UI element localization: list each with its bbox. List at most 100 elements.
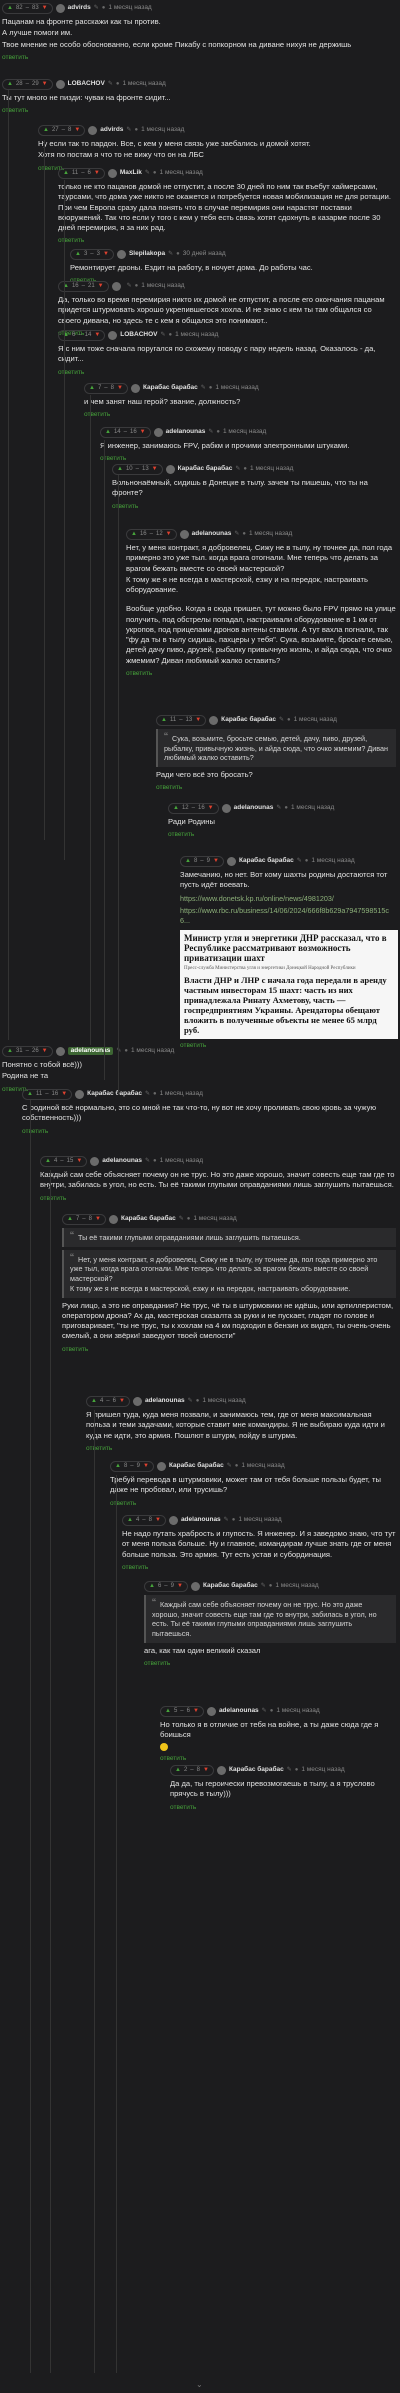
downvote-icon[interactable]: ▼ [103, 250, 109, 258]
comment-time[interactable]: 1 месяц назад [238, 1516, 281, 1525]
user-info-icon[interactable]: ✎ [208, 428, 213, 436]
comment-time[interactable]: 1 месяц назад [311, 857, 354, 866]
avatar[interactable] [88, 125, 98, 135]
upvote-icon[interactable]: ▲ [43, 126, 49, 134]
user-info-icon[interactable]: ✎ [235, 465, 240, 473]
username-link[interactable]: adelanounas [67, 1046, 114, 1056]
username-link[interactable]: Карабас барабас [239, 857, 294, 866]
user-info-icon[interactable]: ✎ [227, 1462, 232, 1470]
comment-time[interactable]: 1 месяц назад [141, 126, 184, 135]
avatar[interactable] [216, 1765, 226, 1775]
upvote-icon[interactable]: ▲ [165, 1707, 171, 1715]
username-link[interactable]: Карабас барабас [221, 716, 276, 725]
subscribe-icon[interactable]: ● [196, 1397, 200, 1405]
reply-link[interactable]: ответить [2, 54, 28, 63]
user-info-icon[interactable]: ✎ [276, 804, 281, 812]
reply-link[interactable]: ответить [122, 1564, 148, 1573]
upvote-icon[interactable]: ▲ [131, 530, 137, 538]
avatar[interactable] [179, 529, 189, 539]
user-info-icon[interactable]: ✎ [145, 1157, 150, 1165]
downvote-icon[interactable]: ▼ [61, 1090, 67, 1098]
username-link[interactable]: Карабас барабас [178, 465, 233, 474]
comment-time[interactable]: 1 месяц назад [160, 1157, 203, 1166]
comment-time[interactable]: 1 месяц назад [160, 1090, 203, 1099]
avatar[interactable] [153, 427, 163, 437]
upvote-icon[interactable]: ▲ [127, 1516, 133, 1524]
subscribe-icon[interactable]: ● [209, 384, 213, 392]
reply-link[interactable]: ответить [126, 670, 152, 679]
downvote-icon[interactable]: ▼ [117, 384, 123, 392]
downvote-icon[interactable]: ▼ [166, 530, 172, 538]
avatar[interactable] [221, 803, 231, 813]
avatar[interactable] [190, 1581, 200, 1591]
user-info-icon[interactable]: ✎ [224, 1516, 229, 1524]
reply-link[interactable]: ответить [40, 1195, 66, 1204]
comment-time[interactable]: 1 месяц назад [202, 1397, 245, 1406]
username-link[interactable]: Карабас барабас [203, 1582, 258, 1591]
avatar[interactable] [116, 249, 126, 259]
user-info-icon[interactable]: ✎ [287, 1766, 292, 1774]
user-info-icon[interactable]: ✎ [126, 126, 131, 134]
upvote-icon[interactable]: ▲ [149, 1582, 155, 1590]
username-link[interactable]: Карабас барабас [121, 1215, 176, 1224]
reply-link[interactable]: ответить [144, 1660, 170, 1669]
subscribe-icon[interactable]: ● [287, 716, 291, 724]
comment-time[interactable]: 1 месяц назад [122, 80, 165, 89]
reply-link[interactable]: ответить [58, 369, 84, 378]
downvote-icon[interactable]: ▼ [177, 1582, 183, 1590]
reply-link[interactable]: ответить [170, 1804, 196, 1813]
upvote-icon[interactable]: ▲ [115, 1462, 121, 1470]
username-link[interactable]: adelanounas [166, 428, 206, 437]
downvote-icon[interactable]: ▼ [95, 1215, 101, 1223]
upvote-icon[interactable]: ▲ [185, 857, 191, 865]
user-info-icon[interactable]: ✎ [145, 1090, 150, 1098]
downvote-icon[interactable]: ▼ [74, 126, 80, 134]
user-info-icon[interactable]: ✎ [145, 169, 150, 177]
avatar[interactable] [130, 383, 140, 393]
subscribe-icon[interactable]: ● [153, 1090, 157, 1098]
upvote-icon[interactable]: ▲ [175, 1766, 181, 1774]
subscribe-icon[interactable]: ● [134, 126, 138, 134]
downvote-icon[interactable]: ▼ [94, 331, 100, 339]
username-link[interactable]: adelanounas [181, 1516, 221, 1525]
comment-time[interactable]: 1 месяц назад [301, 1766, 344, 1775]
comment-time[interactable]: 1 месяц назад [249, 530, 292, 539]
user-info-icon[interactable]: ✎ [160, 331, 165, 339]
upvote-icon[interactable]: ▲ [105, 428, 111, 436]
user-info-icon[interactable]: ✎ [201, 384, 206, 392]
username-link[interactable]: Slepilakopa [129, 250, 165, 259]
user-info-icon[interactable]: ✎ [168, 250, 173, 258]
subscribe-icon[interactable]: ● [153, 169, 157, 177]
avatar[interactable] [75, 1089, 85, 1099]
reply-link[interactable]: ответить [62, 1346, 88, 1355]
comment-time[interactable]: 1 месяц назад [131, 1047, 174, 1056]
downvote-icon[interactable]: ▼ [42, 4, 48, 12]
subscribe-icon[interactable]: ● [176, 250, 180, 258]
avatar[interactable] [107, 168, 117, 178]
comment-time[interactable]: 1 месяц назад [193, 1215, 236, 1224]
avatar[interactable] [55, 79, 65, 89]
upvote-icon[interactable]: ▲ [75, 250, 81, 258]
subscribe-icon[interactable]: ● [269, 1582, 273, 1590]
subscribe-icon[interactable]: ● [116, 80, 120, 88]
reply-link[interactable]: ответить [168, 831, 194, 840]
comment-link[interactable]: https://www.rbc.ru/business/14/06/2024/6… [180, 906, 396, 925]
comment-time[interactable]: 1 месяц назад [291, 804, 334, 813]
downvote-icon[interactable]: ▼ [42, 80, 48, 88]
comment-time[interactable]: 1 месяц назад [241, 1462, 284, 1471]
user-info-icon[interactable]: ✎ [127, 282, 132, 290]
reply-link[interactable]: ответить [2, 107, 28, 116]
username-link[interactable]: LOBACHOV [68, 80, 105, 89]
comment-time[interactable]: 1 месяц назад [250, 465, 293, 474]
avatar[interactable] [132, 1396, 142, 1406]
user-info-icon[interactable]: ✎ [188, 1397, 193, 1405]
avatar[interactable] [168, 1515, 178, 1525]
downvote-icon[interactable]: ▼ [76, 1157, 82, 1165]
subscribe-icon[interactable]: ● [187, 1215, 191, 1223]
user-info-icon[interactable]: ✎ [297, 857, 302, 865]
username-link[interactable]: Карабас барабас [229, 1766, 284, 1775]
user-info-icon[interactable]: ✎ [261, 1582, 266, 1590]
avatar[interactable] [111, 281, 121, 291]
username-link[interactable]: adelanounas [102, 1157, 142, 1166]
comment-time[interactable]: 1 месяц назад [215, 384, 258, 393]
